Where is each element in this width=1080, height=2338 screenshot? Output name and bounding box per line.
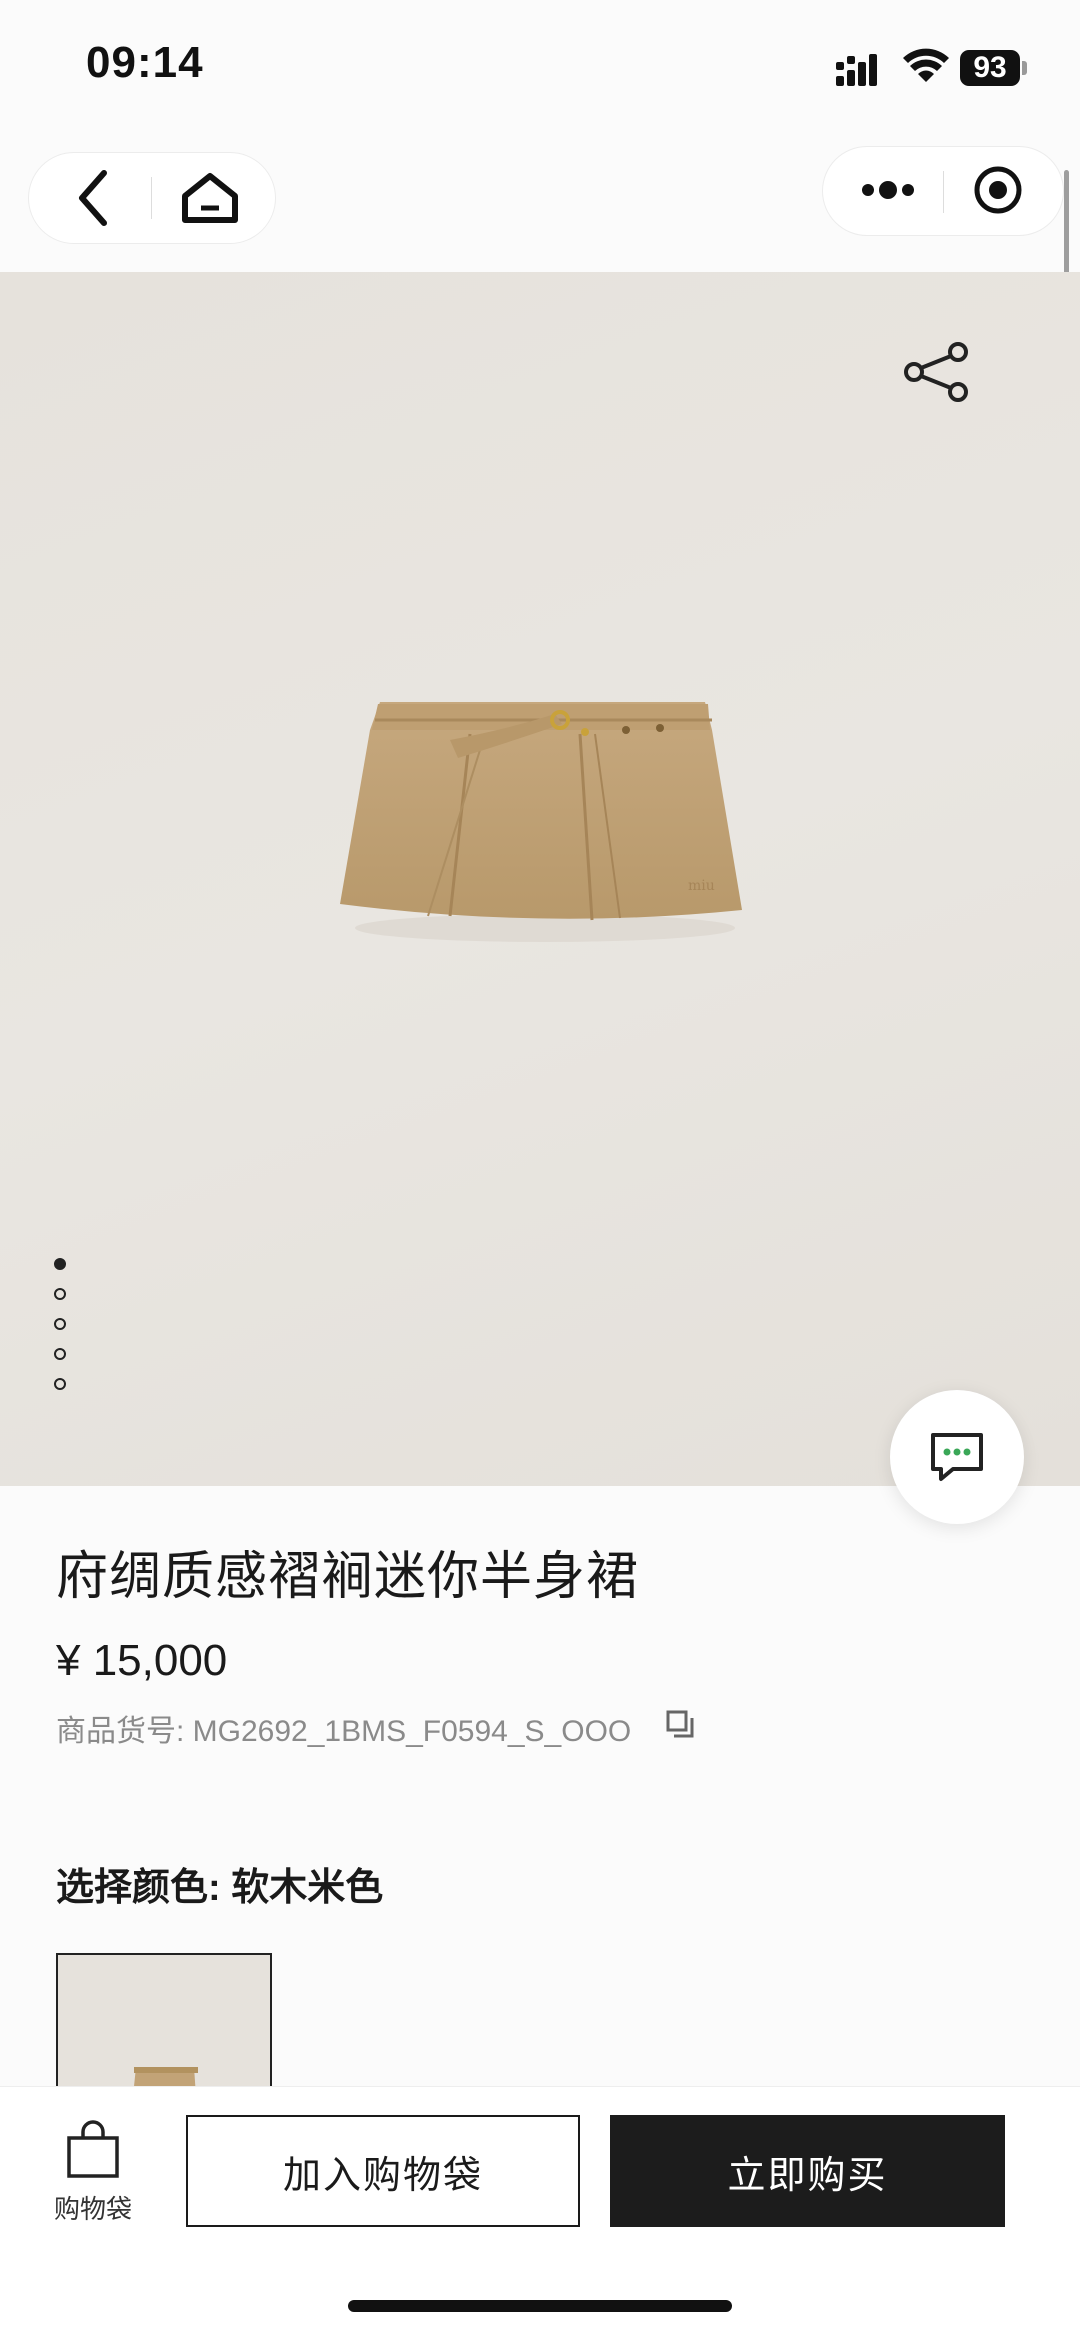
home-indicator bbox=[348, 2300, 732, 2312]
carousel-dot[interactable] bbox=[54, 1288, 66, 1300]
nav-capsule-right bbox=[822, 146, 1064, 236]
nav-capsule-left bbox=[28, 152, 276, 244]
carousel-dot-active[interactable] bbox=[54, 1258, 66, 1270]
product-photo-skirt: miu bbox=[340, 702, 742, 942]
product-title: 府绸质感褶裥迷你半身裙 bbox=[56, 1548, 640, 1606]
close-miniprogram-button[interactable] bbox=[953, 157, 1043, 223]
status-time: 09:14 bbox=[86, 38, 204, 87]
buy-now-button[interactable]: 立即购买 bbox=[610, 2115, 1005, 2227]
target-icon bbox=[974, 166, 1022, 214]
status-bar: 09:14 93 bbox=[0, 0, 1080, 140]
carousel-indicator bbox=[54, 1258, 66, 1408]
battery-tip bbox=[1022, 61, 1027, 75]
shopping-bag-label: 购物袋 bbox=[53, 2194, 132, 2224]
nav-divider bbox=[943, 171, 944, 213]
more-dots-icon bbox=[862, 181, 914, 199]
wifi-icon bbox=[903, 48, 949, 82]
shopping-bag-button[interactable]: 购物袋 bbox=[52, 2120, 134, 2226]
cellular-signal-icon bbox=[836, 54, 877, 86]
copy-icon[interactable] bbox=[664, 1708, 696, 1740]
carousel-dot[interactable] bbox=[54, 1348, 66, 1360]
add-to-bag-button[interactable]: 加入购物袋 bbox=[186, 2115, 580, 2227]
back-button[interactable] bbox=[49, 165, 139, 231]
svg-text:miu: miu bbox=[688, 878, 715, 894]
nav-divider bbox=[151, 177, 152, 219]
share-icon[interactable] bbox=[902, 342, 972, 402]
battery-indicator: 93 bbox=[960, 50, 1020, 86]
chevron-left-icon bbox=[79, 170, 107, 226]
more-button[interactable] bbox=[843, 157, 933, 223]
carousel-dot[interactable] bbox=[54, 1378, 66, 1390]
product-price: ¥ 15,000 bbox=[56, 1636, 228, 1685]
shopping-bag-icon bbox=[67, 2120, 119, 2178]
customer-service-button[interactable] bbox=[890, 1390, 1024, 1524]
color-selection-label: 选择颜色: 软木米色 bbox=[56, 1867, 384, 1909]
chat-bubble-icon bbox=[931, 1433, 983, 1481]
product-sku: 商品货号: MG2692_1BMS_F0594_S_OOO bbox=[56, 1715, 632, 1748]
home-icon bbox=[182, 173, 238, 223]
home-button[interactable] bbox=[165, 165, 255, 231]
carousel-dot[interactable] bbox=[54, 1318, 66, 1330]
